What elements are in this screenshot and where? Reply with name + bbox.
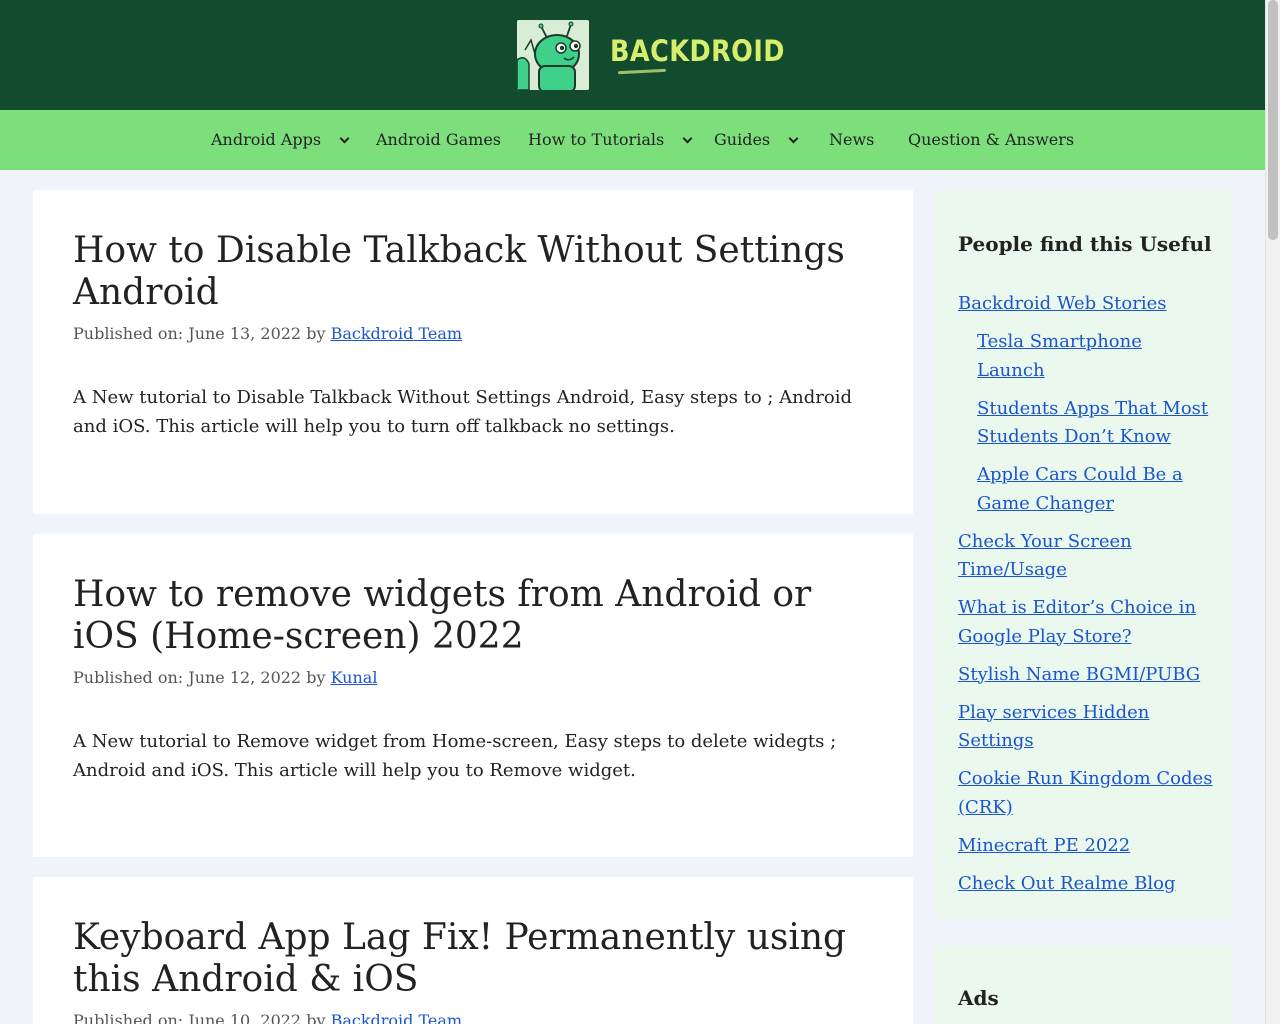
chevron-down-icon <box>682 133 693 144</box>
chevron-down-icon <box>339 133 350 144</box>
published-label: Published on: <box>73 324 189 343</box>
nav-item-question-answers[interactable]: Question & Answers <box>908 110 1074 170</box>
author-link[interactable]: Backdroid Team <box>331 1011 463 1024</box>
post-meta: Published on: June 10, 2022 by Backdroid… <box>73 1011 462 1024</box>
sidebar-link[interactable]: Check Your Screen Time/Usage <box>958 531 1132 581</box>
post-title[interactable]: Keyboard App Lag Fix! Permanently using … <box>73 917 873 1001</box>
post-date: June 10, 2022 <box>188 1011 302 1024</box>
sidebar-link-item: Play services Hidden Settings <box>958 699 1213 756</box>
author-link[interactable]: Kunal <box>331 668 378 687</box>
post-meta: Published on: June 13, 2022 by Backdroid… <box>73 324 462 343</box>
sidebar-link-item: Tesla Smartphone Launch <box>977 328 1213 385</box>
nav-item-label: How to Tutorials <box>528 130 665 149</box>
page-scrollbar[interactable] <box>1265 0 1280 1024</box>
author-link[interactable]: Backdroid Team <box>331 324 463 343</box>
nav-item-label: Guides <box>714 130 771 149</box>
sidebar-link-item: Stylish Name BGMI/PUBG <box>958 661 1213 690</box>
post-card: How to Disable Talkback Without Settings… <box>33 190 913 514</box>
post-title[interactable]: How to remove widgets from Android or iO… <box>73 574 873 658</box>
nav-item-label: News <box>829 130 875 149</box>
nav-item-android-apps[interactable]: Android Apps <box>211 110 350 170</box>
published-label: Published on: <box>73 668 189 687</box>
post-date: June 12, 2022 <box>188 668 302 687</box>
nav-item-news[interactable]: News <box>829 110 874 170</box>
chevron-down-icon <box>788 133 799 144</box>
sidebar-link[interactable]: Cookie Run Kingdom Codes (CRK) <box>958 768 1212 818</box>
by-label: by <box>301 1011 331 1024</box>
sidebar-link-item: Check Out Realme Blog <box>958 870 1213 899</box>
ads-title: Ads <box>958 986 999 1010</box>
sidebar-link-item: Students Apps That Most Students Don’t K… <box>977 395 1213 452</box>
sidebar-link[interactable]: Students Apps That Most Students Don’t K… <box>977 398 1208 448</box>
site-logo[interactable] <box>517 20 589 90</box>
sidebar-link-item: Minecraft PE 2022 <box>958 832 1213 861</box>
post-excerpt: A New tutorial to Disable Talkback Witho… <box>73 387 853 437</box>
sidebar-link[interactable]: Tesla Smartphone Launch <box>977 331 1142 381</box>
site-header: BACKDROID <box>0 0 1265 110</box>
sidebar-link-item: Check Your Screen Time/Usage <box>958 528 1213 585</box>
nav-item-label: Android Apps <box>211 130 322 149</box>
sidebar-useful-links: People find this Useful Backdroid Web St… <box>934 190 1232 919</box>
by-label: by <box>301 324 331 343</box>
sidebar-link-item: What is Editor’s Choice in Google Play S… <box>958 594 1213 651</box>
android-mascot-icon <box>517 20 589 90</box>
nav-item-label: Android Games <box>376 130 501 149</box>
sidebar-link[interactable]: Play services Hidden Settings <box>958 702 1149 752</box>
nav-item-label: Question & Answers <box>908 130 1075 149</box>
post-meta: Published on: June 12, 2022 by Kunal <box>73 668 377 687</box>
post-title[interactable]: How to Disable Talkback Without Settings… <box>73 230 873 314</box>
site-logo-text[interactable]: BACKDROID <box>610 34 785 68</box>
sidebar-link-list: Backdroid Web Stories Tesla Smartphone L… <box>958 290 1213 908</box>
sidebar-link[interactable]: Apple Cars Could Be a Game Changer <box>977 464 1183 514</box>
sidebar-link[interactable]: Check Out Realme Blog <box>958 873 1176 894</box>
sidebar-link-item: Cookie Run Kingdom Codes (CRK) <box>958 765 1213 822</box>
main-nav: Android Apps Android Games How to Tutori… <box>0 110 1265 170</box>
nav-item-android-games[interactable]: Android Games <box>376 110 501 170</box>
post-date: June 13, 2022 <box>188 324 302 343</box>
sidebar-link-item: Apple Cars Could Be a Game Changer <box>977 461 1213 518</box>
post-excerpt: A New tutorial to Remove widget from Hom… <box>73 731 837 781</box>
nav-item-guides[interactable]: Guides <box>714 110 799 170</box>
published-label: Published on: <box>73 1011 189 1024</box>
ads-widget: Ads <box>934 946 1232 1024</box>
sidebar-link[interactable]: Stylish Name BGMI/PUBG <box>958 664 1200 685</box>
sidebar-title: People find this Useful <box>958 232 1212 256</box>
sidebar-link[interactable]: What is Editor’s Choice in Google Play S… <box>958 597 1196 647</box>
post-card: Keyboard App Lag Fix! Permanently using … <box>33 877 913 1024</box>
sidebar-link[interactable]: Minecraft PE 2022 <box>958 835 1130 856</box>
nav-item-how-to-tutorials[interactable]: How to Tutorials <box>528 110 693 170</box>
sidebar-link-item: Backdroid Web Stories <box>958 290 1213 319</box>
scrollbar-thumb[interactable] <box>1268 0 1278 240</box>
post-card: How to remove widgets from Android or iO… <box>33 534 913 857</box>
sidebar-link[interactable]: Backdroid Web Stories <box>958 293 1167 314</box>
by-label: by <box>301 668 331 687</box>
logo-underline <box>617 68 667 75</box>
